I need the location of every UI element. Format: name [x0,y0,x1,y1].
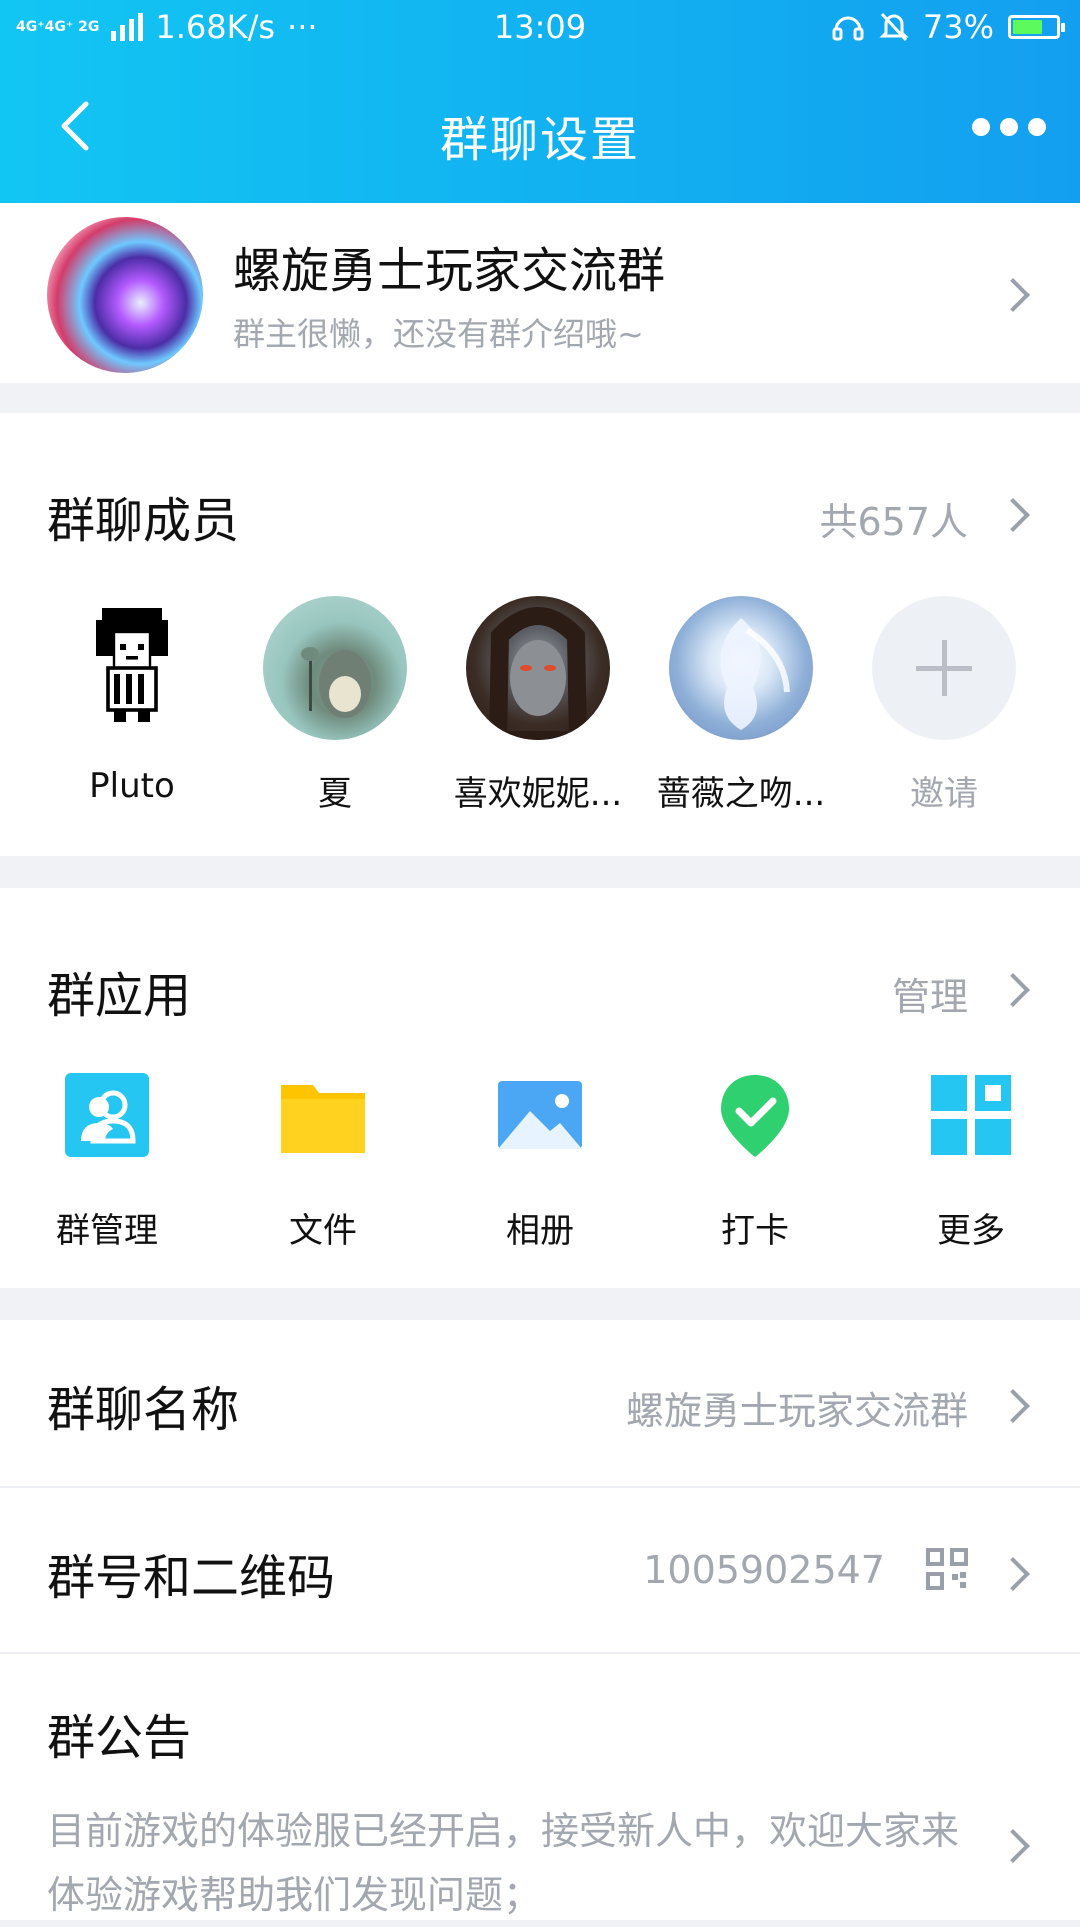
group-id-row[interactable]: 群号和二维码 1005902547 [0,1488,1080,1654]
apps-manage-link[interactable]: 管理 [892,966,968,1021]
member-item[interactable]: Pluto [37,596,227,806]
avatar[interactable] [60,596,204,740]
app-album[interactable]: 相册 [455,1071,625,1252]
group-avatar[interactable] [47,217,203,373]
character-avatar-icon [720,618,790,730]
app-label: 群管理 [56,1211,158,1251]
hooded-face-icon [488,607,588,740]
member-name: Pluto [89,766,175,806]
mute-bell-icon [879,12,909,42]
chevron-right-icon[interactable] [996,498,1030,532]
battery-percent: 73% [922,8,994,46]
member-count[interactable]: 共657人 [819,491,968,546]
member-name: 蔷薇之吻... [656,774,826,814]
battery-icon [1008,15,1065,39]
members-title: 群聊成员 [47,493,240,549]
app-check-in[interactable]: 打卡 [670,1071,840,1252]
app-files[interactable]: 文件 [238,1071,408,1252]
group-profile-row[interactable]: 螺旋勇士玩家交流群 群主很懒，还没有群介绍哦~ [0,203,1080,383]
avatar[interactable] [669,596,813,740]
member-item[interactable]: 蔷薇之吻... [646,596,836,815]
check-in-icon [721,1075,789,1157]
app-list: 群管理 文件 相册 打卡 更多 [0,1071,1080,1251]
folder-icon [281,1085,365,1153]
chevron-right-icon [996,1557,1030,1591]
member-name: 夏 [318,774,352,814]
group-name: 螺旋勇士玩家交流群 [233,243,666,299]
member-item[interactable]: 夏 [240,596,430,815]
header: 4G⁺4G⁺ 2G 1.68K/s ··· 13:09 73% 群聊设置 [0,0,1080,203]
plus-icon[interactable] [872,596,1016,740]
app-label: 文件 [289,1211,357,1251]
group-apps-section: 群应用 管理 群管理 文件 相册 打卡 更多 [0,888,1080,1288]
app-group-manage[interactable]: 群管理 [22,1071,192,1252]
avatar[interactable] [466,596,610,740]
group-manage-icon [65,1073,149,1157]
member-name: 喜欢妮妮... [453,774,623,814]
group-id-label: 群号和二维码 [47,1550,336,1606]
chevron-right-icon[interactable] [996,973,1030,1007]
headset-icon [832,16,864,41]
chevron-right-icon [996,1829,1030,1863]
group-notice-row[interactable]: 群公告 目前游戏的体验服已经开启，接受新人中，欢迎大家来体验游戏帮助我们发现问题… [0,1654,1080,1920]
app-more[interactable]: 更多 [886,1071,1056,1252]
group-name-value: 螺旋勇士玩家交流群 [625,1389,968,1433]
qr-code-icon[interactable] [926,1548,968,1590]
app-label: 更多 [937,1211,1005,1251]
more-icon[interactable] [972,118,1046,136]
photo-album-icon [498,1081,582,1149]
member-list: Pluto 夏 喜欢妮妮... 蔷薇之吻... 邀请 [0,596,1080,816]
group-id-value: 1005902547 [643,1548,885,1592]
avatar[interactable] [263,596,407,740]
app-label: 打卡 [721,1211,789,1251]
group-name-label: 群聊名称 [47,1382,240,1438]
apps-title: 群应用 [47,968,192,1024]
group-intro: 群主很懒，还没有群介绍哦~ [233,315,644,353]
chevron-right-icon [996,278,1030,312]
group-name-row[interactable]: 群聊名称 螺旋勇士玩家交流群 [0,1320,1080,1486]
totoro-avatar-icon [301,647,371,718]
nav-bar: 群聊设置 [0,56,1080,203]
members-section: 群聊成员 共657人 Pluto 夏 喜欢妮妮... 蔷薇之吻... 邀请 [0,413,1080,856]
app-label: 相册 [506,1211,574,1251]
invite-button[interactable]: 邀请 [849,596,1039,815]
notice-text: 目前游戏的体验服已经开启，接受新人中，欢迎大家来体验游戏帮助我们发现问题； [47,1809,960,1917]
notice-title: 群公告 [47,1710,192,1766]
invite-label: 邀请 [910,774,978,814]
member-item[interactable]: 喜欢妮妮... [443,596,633,815]
page-title: 群聊设置 [439,112,640,168]
pixel-avatar-icon [96,608,168,722]
more-apps-icon [931,1075,1011,1155]
chevron-right-icon [996,1389,1030,1423]
status-bar: 4G⁺4G⁺ 2G 1.68K/s ··· 13:09 73% [0,0,1080,56]
battery-fill [1013,20,1042,34]
